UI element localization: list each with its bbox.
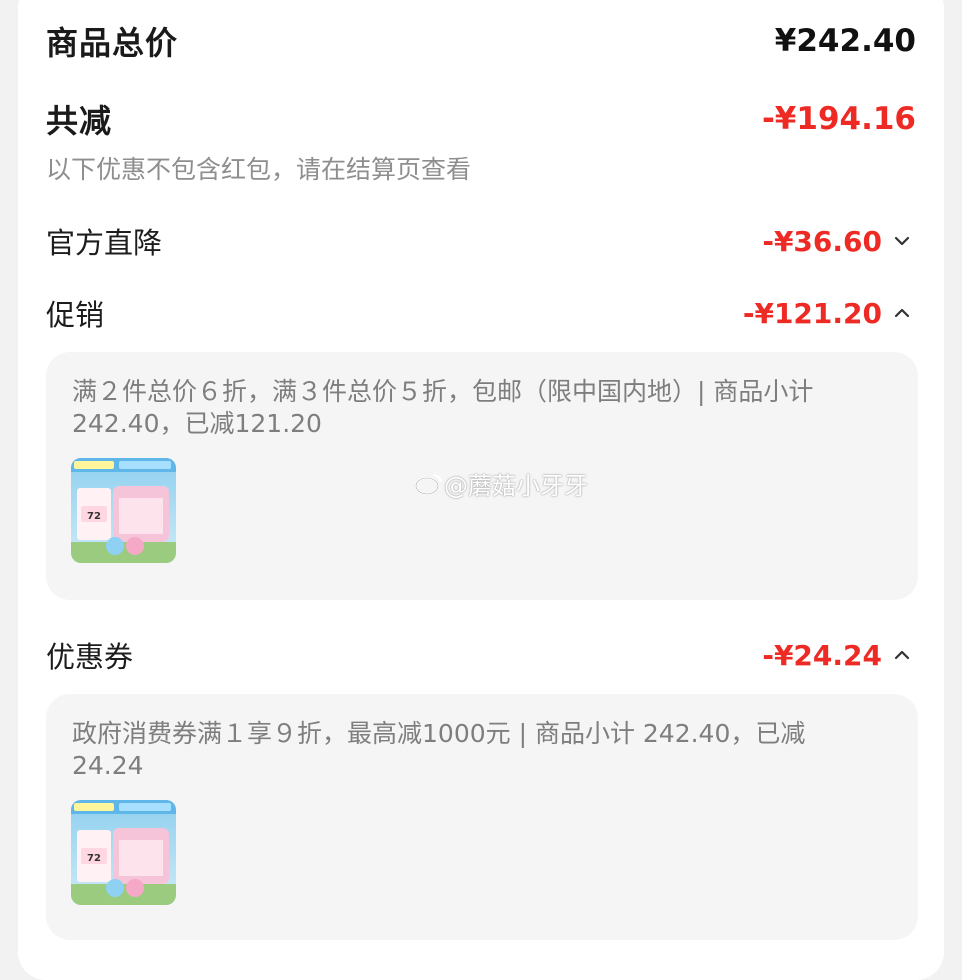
discount-row-promotion[interactable]: 促销 -¥121.20 [46, 292, 916, 334]
discount-amount: -¥121.20 [742, 296, 882, 330]
product-image: 72 [71, 458, 176, 563]
coupon-detail-panel: 政府消费券满１享９折，最高减1000元 | 商品小计 242.40，已减 24.… [46, 694, 918, 940]
discount-row-official[interactable]: 官方直降 -¥36.60 [46, 220, 916, 262]
reduce-row: 共减 -¥194.16 [46, 96, 916, 142]
reduce-label: 共减 [46, 102, 113, 140]
coupon-detail-text: 政府消费券满１享９折，最高减1000元 | 商品小计 242.40，已减 24.… [72, 719, 806, 780]
promotion-detail-text: 满２件总价６折，满３件总价５折，包邮（限中国内地）| 商品小计 242.40，已… [72, 377, 814, 438]
discount-value: -¥24.24 [762, 639, 916, 672]
reduce-note: 以下优惠不包含红包，请在结算页查看 [46, 155, 472, 184]
watermark: @蘑菇小牙牙 [414, 466, 588, 501]
watermark-text: @蘑菇小牙牙 [444, 472, 588, 500]
total-row: 商品总价 ¥242.40 [46, 18, 916, 64]
product-thumbnail[interactable]: 72 [71, 458, 176, 563]
weibo-logo-icon [415, 473, 442, 495]
thumbnail-badge: 72 [87, 511, 101, 522]
discount-amount: -¥24.24 [762, 638, 882, 672]
chevron-down-icon[interactable] [888, 231, 916, 251]
product-thumbnail[interactable]: 72 [71, 800, 176, 905]
reduce-value: -¥194.16 [761, 101, 916, 137]
product-image: 72 [71, 800, 176, 905]
discount-value: -¥36.60 [762, 225, 916, 258]
discount-value: -¥121.20 [743, 297, 916, 330]
chevron-up-icon[interactable] [888, 645, 916, 665]
discount-label: 优惠券 [46, 640, 134, 674]
discount-row-coupon[interactable]: 优惠券 -¥24.24 [46, 634, 916, 676]
thumbnail-badge: 72 [87, 853, 101, 864]
discount-label: 促销 [46, 298, 105, 332]
total-value: ¥242.40 [774, 23, 916, 59]
chevron-up-icon[interactable] [888, 303, 916, 323]
discount-amount: -¥36.60 [762, 224, 882, 258]
discount-label: 官方直降 [46, 226, 163, 260]
total-label: 商品总价 [46, 24, 179, 62]
